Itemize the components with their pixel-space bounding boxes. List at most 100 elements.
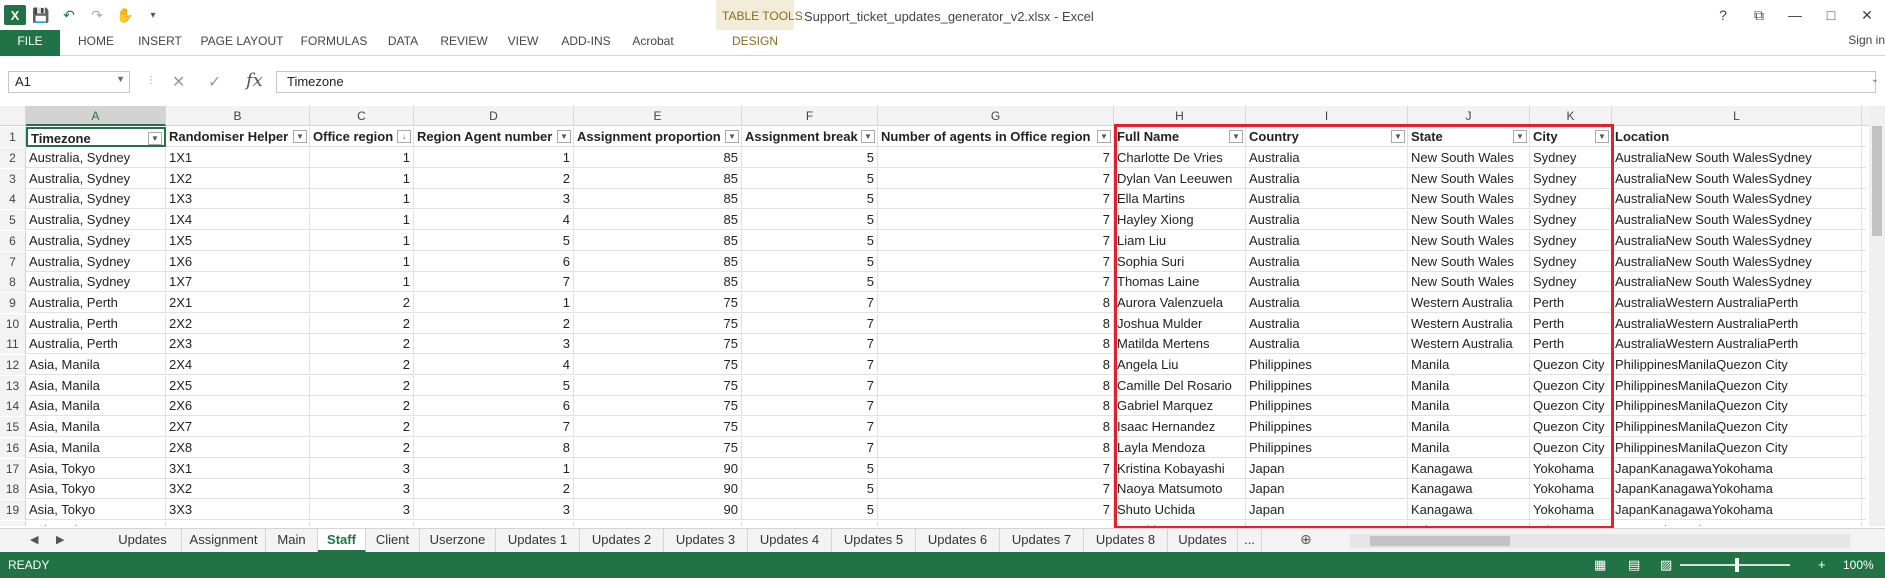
cell[interactable]: Sophia Suri bbox=[1114, 251, 1246, 272]
cell[interactable]: 1X7 bbox=[166, 272, 310, 293]
cell[interactable]: Australia bbox=[1246, 251, 1408, 272]
cell[interactable]: 3X1 bbox=[166, 458, 310, 479]
filter-dropdown-icon[interactable]: ▼ bbox=[1391, 130, 1405, 143]
sheet-tab[interactable]: Updates 5 bbox=[832, 529, 916, 553]
cell[interactable]: 2X2 bbox=[166, 313, 310, 334]
cell[interactable]: 5 bbox=[414, 375, 574, 396]
sheet-tab[interactable]: Updates 7 bbox=[1000, 529, 1084, 553]
cell[interactable]: Western Australia bbox=[1408, 334, 1530, 355]
cell[interactable]: AustraliaNew South WalesSydney bbox=[1612, 148, 1862, 168]
cell[interactable]: 2 bbox=[310, 417, 414, 438]
cell[interactable]: 2 bbox=[414, 479, 574, 500]
cell[interactable]: 3 bbox=[310, 499, 414, 520]
page-break-view-icon[interactable]: ▨ bbox=[1660, 557, 1672, 573]
sheet-tab[interactable]: Updates 8 bbox=[1084, 529, 1168, 553]
cell[interactable]: Matilda Mertens bbox=[1114, 334, 1246, 355]
expand-formula-icon[interactable]: ⌄ bbox=[1871, 74, 1879, 85]
cell[interactable]: Naoya Matsumoto bbox=[1114, 479, 1246, 500]
cell[interactable]: 5 bbox=[742, 230, 878, 251]
filter-dropdown-icon[interactable]: ▼ bbox=[1595, 130, 1609, 143]
header-cell[interactable]: Number of agents in Office region ▼ bbox=[878, 127, 1114, 147]
touch-mode-icon[interactable]: ✋ bbox=[112, 4, 138, 26]
minimize-icon[interactable]: — bbox=[1777, 0, 1813, 30]
cell[interactable]: 8 bbox=[878, 417, 1114, 438]
cell[interactable]: 7 bbox=[878, 251, 1114, 272]
cell[interactable]: 4 bbox=[414, 520, 574, 526]
filter-dropdown-icon[interactable]: ▼ bbox=[148, 132, 162, 145]
cell[interactable]: New South Wales bbox=[1408, 272, 1530, 293]
header-cell[interactable]: Region Agent number ▼ bbox=[414, 127, 574, 147]
row-header[interactable]: 5 bbox=[0, 210, 26, 231]
cell[interactable]: 1 bbox=[414, 458, 574, 479]
cell[interactable]: 2X1 bbox=[166, 292, 310, 313]
column-header-i[interactable]: I bbox=[1246, 106, 1408, 126]
sheet-tab[interactable]: Client bbox=[366, 529, 420, 553]
cell[interactable]: Manila bbox=[1408, 396, 1530, 417]
row-header[interactable]: 6 bbox=[0, 230, 26, 251]
cell[interactable]: 2X6 bbox=[166, 396, 310, 417]
header-cell[interactable]: Timezone ▼ bbox=[26, 127, 166, 147]
column-header-a[interactable]: A bbox=[26, 106, 166, 126]
cell[interactable]: New South Wales bbox=[1408, 210, 1530, 231]
cell[interactable]: Angela Liu bbox=[1114, 355, 1246, 375]
tab-review[interactable]: REVIEW bbox=[434, 30, 494, 56]
filter-dropdown-icon[interactable]: ▼ bbox=[293, 130, 307, 143]
cell[interactable]: PhilippinesManilaQuezon City bbox=[1612, 355, 1862, 375]
sign-in-link[interactable]: Sign in bbox=[1848, 33, 1885, 47]
row-header[interactable]: 13 bbox=[0, 375, 26, 396]
sort-ascending-icon[interactable]: ↓ bbox=[397, 130, 411, 143]
cell[interactable]: JapanKanagawaYokohama bbox=[1612, 458, 1862, 479]
cell[interactable]: Quezon City bbox=[1530, 437, 1612, 458]
cell[interactable]: 8 bbox=[878, 375, 1114, 396]
horizontal-scrollbar[interactable] bbox=[1350, 534, 1850, 548]
column-header-e[interactable]: E bbox=[574, 106, 742, 126]
cell[interactable]: 1X6 bbox=[166, 251, 310, 272]
cell[interactable]: 2 bbox=[310, 375, 414, 396]
cell[interactable]: Quezon City bbox=[1530, 355, 1612, 375]
filter-dropdown-icon[interactable]: ▼ bbox=[725, 130, 739, 143]
row-header[interactable]: 1 bbox=[0, 127, 26, 147]
new-sheet-icon[interactable]: ⊕ bbox=[1300, 531, 1312, 548]
cell[interactable]: Australia bbox=[1246, 272, 1408, 293]
cell[interactable]: Kristina Kobayashi bbox=[1114, 458, 1246, 479]
cell[interactable]: 75 bbox=[574, 355, 742, 375]
cell[interactable]: Manila bbox=[1408, 375, 1530, 396]
header-cell[interactable]: Location bbox=[1612, 127, 1862, 147]
cell[interactable]: Sydney bbox=[1530, 210, 1612, 231]
cell[interactable]: 2 bbox=[414, 313, 574, 334]
insert-function-icon[interactable]: fx bbox=[246, 70, 263, 91]
tab-data[interactable]: DATA bbox=[380, 30, 426, 56]
cell[interactable]: 8 bbox=[878, 437, 1114, 458]
cell[interactable]: Ella Martins bbox=[1114, 189, 1246, 210]
sheet-tab[interactable]: Updates 3 bbox=[664, 529, 748, 553]
cell[interactable]: Kazuki Tamura bbox=[1114, 520, 1246, 526]
cell[interactable]: 85 bbox=[574, 210, 742, 231]
cell[interactable]: 1 bbox=[310, 189, 414, 210]
cell[interactable]: Yokohama bbox=[1530, 479, 1612, 500]
cell[interactable]: 7 bbox=[878, 479, 1114, 500]
cell[interactable]: 8 bbox=[878, 355, 1114, 375]
row-header[interactable]: 4 bbox=[0, 189, 26, 210]
cell[interactable]: 85 bbox=[574, 189, 742, 210]
header-cell[interactable]: State ▼ bbox=[1408, 127, 1530, 147]
header-cell[interactable]: Country ▼ bbox=[1246, 127, 1408, 147]
filter-dropdown-icon[interactable]: ▼ bbox=[1513, 130, 1527, 143]
cell[interactable]: 7 bbox=[878, 148, 1114, 168]
cell[interactable]: 7 bbox=[742, 375, 878, 396]
enter-icon[interactable]: ✓ bbox=[208, 72, 221, 92]
cell[interactable]: 85 bbox=[574, 251, 742, 272]
cell[interactable]: 7 bbox=[742, 292, 878, 313]
cell[interactable]: 2 bbox=[310, 292, 414, 313]
header-cell[interactable]: Assignment break ▼ bbox=[742, 127, 878, 147]
cell[interactable]: 5 bbox=[414, 230, 574, 251]
cell[interactable]: 2X8 bbox=[166, 437, 310, 458]
cell[interactable]: 1X1 bbox=[166, 148, 310, 168]
cell[interactable]: Australia bbox=[1246, 292, 1408, 313]
header-cell[interactable]: Office region ↓ bbox=[310, 127, 414, 147]
cell[interactable]: 7 bbox=[878, 272, 1114, 293]
cell[interactable]: Western Australia bbox=[1408, 313, 1530, 334]
cell[interactable]: New South Wales bbox=[1408, 148, 1530, 168]
cell[interactable]: Australia bbox=[1246, 210, 1408, 231]
cell[interactable]: 5 bbox=[742, 499, 878, 520]
row-header[interactable]: 14 bbox=[0, 396, 26, 417]
